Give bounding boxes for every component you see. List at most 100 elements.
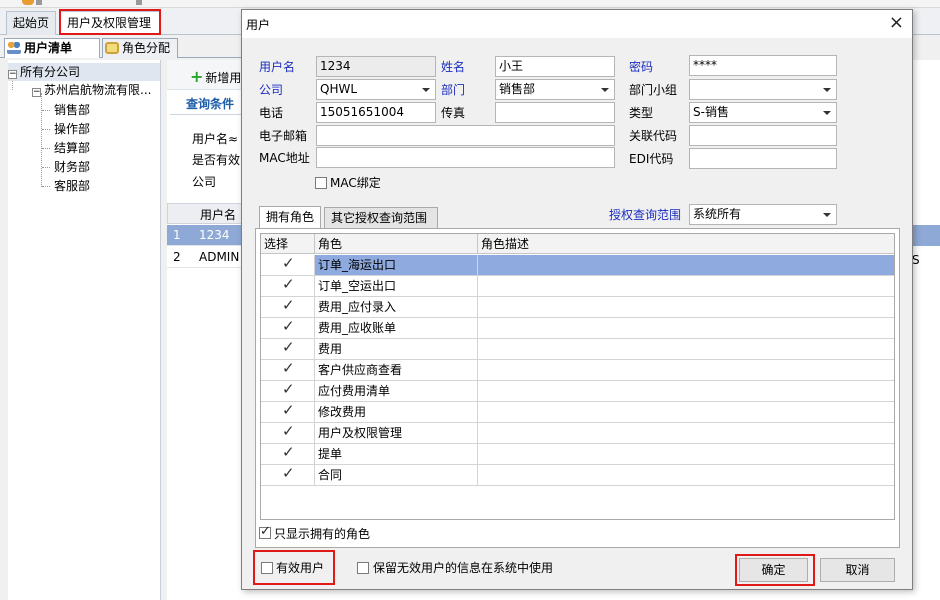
table-row[interactable]: 修改费用: [261, 401, 894, 423]
tab-owned-roles[interactable]: 拥有角色: [259, 206, 321, 228]
tree-node-dept[interactable]: 操作部: [54, 120, 90, 138]
checkmark-icon[interactable]: [282, 317, 295, 335]
checkmark-icon[interactable]: [282, 422, 295, 440]
table-row[interactable]: 2 ADMIN: [167, 247, 242, 268]
table-row[interactable]: 费用_应收账单: [261, 317, 894, 339]
role-desc-cell[interactable]: [478, 276, 894, 296]
tab-start-page[interactable]: 起始页: [6, 11, 56, 35]
checkmark-icon[interactable]: [282, 275, 295, 293]
role-cell[interactable]: 费用_应收账单: [315, 318, 478, 338]
checkmark-icon[interactable]: [282, 254, 295, 272]
tree-node-root[interactable]: − 所有分公司: [8, 63, 160, 81]
role-cell[interactable]: 修改费用: [315, 402, 478, 422]
dept-group-select[interactable]: [689, 79, 837, 100]
tree-node-dept[interactable]: 结算部: [54, 139, 90, 157]
email-label: 电子邮箱: [259, 129, 308, 143]
select-cell[interactable]: [261, 275, 315, 296]
role-desc-cell[interactable]: [478, 297, 894, 317]
cancel-button[interactable]: 取消: [820, 558, 895, 582]
select-cell[interactable]: [261, 254, 315, 275]
checkmark-icon[interactable]: [282, 338, 295, 356]
dialog-title-bar[interactable]: 用户 ×: [242, 10, 912, 38]
collapse-icon[interactable]: −: [8, 70, 17, 79]
department-label: 部门: [441, 83, 466, 97]
menu-fragment: [36, 0, 42, 5]
company-select[interactable]: QHWL: [316, 79, 436, 100]
tree-node-dept[interactable]: 销售部: [54, 101, 90, 119]
role-desc-cell[interactable]: [478, 360, 894, 380]
role-cell[interactable]: 费用: [315, 339, 478, 359]
password-field[interactable]: ****: [689, 55, 837, 76]
checkmark-icon[interactable]: [282, 443, 295, 461]
role-cell[interactable]: 订单_空运出口: [315, 276, 478, 296]
tree-node-dept[interactable]: 客服部: [54, 177, 90, 195]
select-cell[interactable]: [261, 464, 315, 485]
role-desc-cell[interactable]: [478, 423, 894, 443]
table-row[interactable]: 提单: [261, 443, 894, 465]
role-desc-cell[interactable]: [478, 318, 894, 338]
mac-field[interactable]: [316, 147, 615, 168]
checkmark-icon[interactable]: [282, 296, 295, 314]
role-cell[interactable]: 合同: [315, 465, 478, 485]
table-row[interactable]: 费用: [261, 338, 894, 360]
mac-bind-checkbox[interactable]: [315, 177, 327, 189]
checkmark-icon[interactable]: [282, 464, 295, 482]
table-row[interactable]: 1 1234: [167, 225, 242, 246]
role-desc-cell[interactable]: [478, 402, 894, 422]
select-cell[interactable]: [261, 443, 315, 464]
related-code-field[interactable]: [689, 125, 837, 146]
role-cell[interactable]: 提单: [315, 444, 478, 464]
phone-field[interactable]: 15051651004: [316, 102, 436, 123]
table-row[interactable]: 应付费用清单: [261, 380, 894, 402]
select-cell[interactable]: [261, 422, 315, 443]
close-icon[interactable]: ×: [889, 13, 904, 33]
role-cell[interactable]: 客户供应商查看: [315, 360, 478, 380]
select-cell[interactable]: [261, 338, 315, 359]
select-cell[interactable]: [261, 359, 315, 380]
select-cell[interactable]: [261, 296, 315, 317]
role-cell[interactable]: 订单_海运出口: [315, 255, 478, 275]
keep-invalid-checkbox[interactable]: [357, 562, 369, 574]
checkmark-icon[interactable]: [282, 380, 295, 398]
tree-node-dept[interactable]: 财务部: [54, 158, 90, 176]
select-cell[interactable]: [261, 401, 315, 422]
ok-button[interactable]: 确定: [739, 558, 808, 582]
table-row-fragment[interactable]: [912, 225, 940, 246]
select-cell[interactable]: [261, 380, 315, 401]
table-row[interactable]: 费用_应付录入: [261, 296, 894, 318]
username-field[interactable]: 1234: [316, 56, 436, 77]
type-select[interactable]: S-销售: [689, 102, 837, 123]
tab-role-assign[interactable]: 角色分配: [102, 38, 178, 58]
role-desc-cell[interactable]: [478, 381, 894, 401]
select-cell[interactable]: [261, 317, 315, 338]
collapse-icon[interactable]: −: [32, 88, 41, 97]
fax-field[interactable]: [495, 102, 615, 123]
role-cell[interactable]: 应付费用清单: [315, 381, 478, 401]
role-desc-cell[interactable]: [478, 444, 894, 464]
table-row[interactable]: 订单_空运出口: [261, 275, 894, 297]
table-row[interactable]: 订单_海运出口: [261, 254, 894, 276]
tree-node-company[interactable]: − 苏州启航物流有限...: [32, 81, 151, 99]
valid-user-checkbox[interactable]: [261, 562, 273, 574]
table-row[interactable]: 用户及权限管理: [261, 422, 894, 444]
name-field[interactable]: 小王: [495, 56, 615, 77]
checkmark-icon[interactable]: [282, 359, 295, 377]
keep-invalid-label: 保留无效用户的信息在系统中使用: [373, 561, 554, 575]
edi-field[interactable]: [689, 148, 837, 169]
only-owned-checkbox[interactable]: [259, 524, 271, 539]
tab-user-permission[interactable]: 用户及权限管理: [60, 11, 160, 35]
add-user-button[interactable]: + 新增用: [190, 67, 241, 86]
role-cell[interactable]: 费用_应付录入: [315, 297, 478, 317]
table-row[interactable]: 合同: [261, 464, 894, 486]
scope-select[interactable]: 系统所有: [689, 204, 837, 225]
table-row[interactable]: 客户供应商查看: [261, 359, 894, 381]
email-field[interactable]: [316, 125, 615, 146]
tab-user-list[interactable]: 用户清单: [4, 38, 100, 58]
role-desc-cell[interactable]: [478, 339, 894, 359]
tab-other-scope[interactable]: 其它授权查询范围: [324, 207, 438, 229]
role-desc-cell[interactable]: [478, 255, 894, 275]
department-select[interactable]: 销售部: [495, 79, 615, 100]
role-desc-cell[interactable]: [478, 465, 894, 485]
role-cell[interactable]: 用户及权限管理: [315, 423, 478, 443]
checkmark-icon[interactable]: [282, 401, 295, 419]
